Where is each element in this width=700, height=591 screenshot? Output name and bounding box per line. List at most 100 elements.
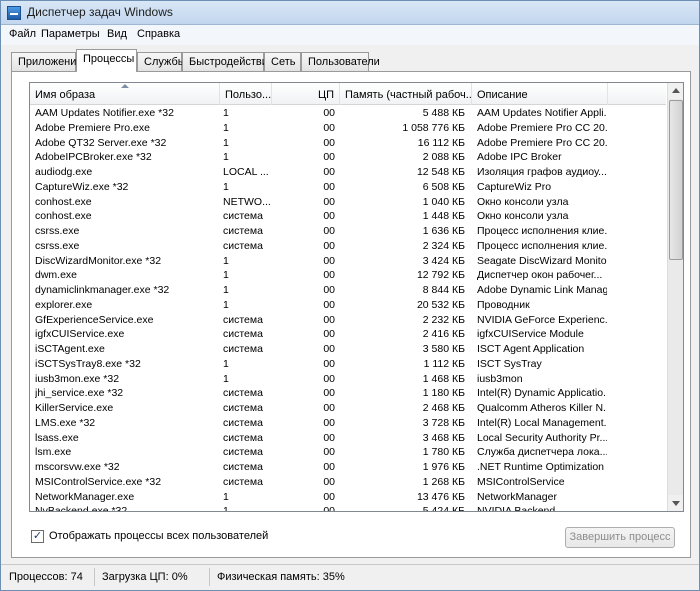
tab-processes[interactable]: Процессы: [76, 49, 137, 72]
column-header-cpu[interactable]: ЦП: [272, 83, 340, 105]
process-row[interactable]: csrss.exe система 00 1 636 КБ Процесс исполн…: [30, 224, 666, 239]
tab-performance[interactable]: Быстродействие: [182, 52, 274, 71]
process-cpu-cell: 00: [323, 239, 335, 252]
process-row[interactable]: GfExperienceService.exe система 00 2 232 КБ…: [30, 313, 666, 328]
task-manager-window: Диспетчер задач Windows Файл Параметры В…: [0, 0, 700, 591]
tab-users[interactable]: Пользователи: [301, 52, 380, 71]
process-memory-cell: 2 324 КБ: [422, 239, 465, 252]
process-row[interactable]: Adobe Premiere Pro.exe 1 00 1 058 776 КБ Ado…: [30, 121, 666, 136]
process-memory-cell: 1 112 КБ: [423, 357, 465, 370]
process-description-cell: Adobe Premiere Pro CC 20...: [477, 121, 607, 134]
process-row[interactable]: iSCTSysTray8.exe *32 1 00 1 112 КБ ISCT SysT…: [30, 357, 666, 372]
process-description-cell: Intel(R) Dynamic Applicatio...: [477, 387, 607, 400]
menu-bar: Файл Параметры Вид Справка: [1, 25, 699, 45]
process-row[interactable]: MSIControlService.exe *32 система 00 1 268 …: [30, 475, 666, 490]
process-row[interactable]: lsm.exe система 00 1 780 КБ Служба диспетчер…: [30, 445, 666, 460]
process-row[interactable]: dynamiclinkmanager.exe *32 1 00 8 844 КБ Ado…: [30, 283, 666, 298]
process-description-cell: AAM Updates Notifier Appli...: [477, 107, 607, 119]
process-cpu-cell: 00: [323, 313, 335, 326]
process-row[interactable]: LMS.exe *32 система 00 3 728 КБ Intel(R) Loc…: [30, 416, 666, 431]
process-memory-cell: 3 728 КБ: [422, 416, 465, 429]
end-process-button[interactable]: Завершить процесс: [565, 527, 675, 548]
status-physical-memory: Физическая память: 35%: [217, 571, 345, 583]
process-user-cell: 1: [223, 284, 229, 296]
process-user-cell: LOCAL ...: [223, 166, 269, 178]
process-row[interactable]: AdobeIPCBroker.exe *32 1 00 2 088 КБ Adobe I…: [30, 150, 666, 165]
process-cpu-cell: 00: [323, 505, 335, 512]
process-row[interactable]: lsass.exe система 00 3 468 КБ Local Security…: [30, 431, 666, 446]
process-user-cell: система: [223, 343, 263, 355]
process-row[interactable]: iusb3mon.exe *32 1 00 1 468 КБ iusb3mon: [30, 372, 666, 387]
process-user-cell: 1: [223, 180, 229, 193]
process-row[interactable]: explorer.exe 1 00 20 532 КБ Проводник: [30, 298, 666, 313]
column-header-user[interactable]: Пользо...: [220, 83, 272, 105]
process-row[interactable]: AAM Updates Notifier.exe *32 1 00 5 488 КБ A…: [30, 106, 666, 121]
process-cpu-cell: 00: [323, 195, 335, 208]
tab-applications[interactable]: Приложения: [11, 52, 82, 71]
column-header-description[interactable]: Описание: [472, 83, 608, 105]
column-header-image-name[interactable]: Имя образа: [30, 83, 220, 105]
show-all-processes-label[interactable]: Отображать процессы всех пользователей: [49, 530, 268, 542]
process-row[interactable]: dwm.exe 1 00 12 792 КБ Диспетчер окон рабоче…: [30, 268, 666, 283]
process-cpu-cell: 00: [323, 254, 335, 267]
column-header-memory[interactable]: Память (частный рабоч...: [340, 83, 472, 105]
process-user-cell: система: [223, 313, 263, 326]
process-cpu-cell: 00: [323, 431, 335, 444]
process-memory-cell: 3 424 КБ: [422, 254, 465, 267]
scroll-up-arrow-icon[interactable]: [668, 83, 683, 99]
process-list[interactable]: Имя образа Пользо... ЦП Память (частный …: [29, 82, 684, 512]
process-user-cell: 1: [223, 490, 229, 503]
process-row[interactable]: conhost.exe NETWO... 00 1 040 КБ Окно консол…: [30, 195, 666, 210]
vertical-scrollbar[interactable]: [667, 83, 683, 511]
process-row[interactable]: igfxCUIService.exe система 00 2 416 КБ igfxC…: [30, 327, 666, 342]
process-name-cell: lsm.exe: [35, 446, 72, 459]
process-description-cell: iusb3mon: [477, 372, 523, 385]
process-memory-cell: 1 468 КБ: [422, 372, 465, 385]
process-row[interactable]: csrss.exe система 00 2 324 КБ Процесс исполн…: [30, 239, 666, 254]
scroll-down-arrow-icon[interactable]: [668, 495, 683, 511]
process-memory-cell: 3 468 КБ: [422, 431, 465, 444]
process-memory-cell: 1 058 776 КБ: [402, 121, 465, 134]
process-name-cell: DiscWizardMonitor.exe *32: [35, 254, 162, 267]
menu-file[interactable]: Файл: [9, 28, 36, 40]
process-row[interactable]: audiodg.exe LOCAL ... 00 12 548 КБ Изоляция …: [30, 165, 666, 180]
process-row[interactable]: iSCTAgent.exe система 00 3 580 КБ ISCT Agent…: [30, 342, 666, 357]
process-user-cell: система: [223, 446, 263, 459]
process-row[interactable]: CaptureWiz.exe *32 1 00 6 508 КБ CaptureWiz …: [30, 180, 666, 195]
process-user-cell: 1: [223, 107, 229, 119]
process-name-cell: csrss.exe: [35, 225, 80, 237]
process-memory-cell: 2 232 КБ: [422, 313, 465, 326]
process-name-cell: NetworkManager.exe: [35, 490, 135, 503]
process-name-cell: mscorsvw.exe *32: [35, 461, 120, 473]
process-row[interactable]: jhi_service.exe *32 система 00 1 180 КБ Inte…: [30, 386, 666, 401]
menu-view[interactable]: Вид: [107, 28, 127, 40]
process-cpu-cell: 00: [323, 121, 335, 134]
process-memory-cell: 5 488 КБ: [422, 107, 465, 119]
process-user-cell: NETWO...: [223, 195, 271, 208]
process-row[interactable]: mscorsvw.exe *32 система 00 1 976 КБ .NET Ru…: [30, 460, 666, 475]
menu-options[interactable]: Параметры: [41, 28, 100, 40]
process-row[interactable]: conhost.exe система 00 1 448 КБ Окно консоли…: [30, 209, 666, 224]
process-name-cell: NvBackend.exe *32: [35, 505, 128, 512]
scrollbar-thumb[interactable]: [669, 100, 683, 260]
process-description-cell: Local Security Authority Pr...: [477, 431, 607, 444]
process-row[interactable]: NvBackend.exe *32 1 00 5 424 КБ NVIDIA Backe…: [30, 504, 666, 512]
process-row[interactable]: Adobe QT32 Server.exe *32 1 00 16 112 КБ Ado…: [30, 136, 666, 151]
process-description-cell: Adobe Premiere Pro CC 20...: [477, 136, 607, 149]
process-memory-cell: 1 976 КБ: [422, 461, 465, 473]
process-name-cell: Adobe Premiere Pro.exe: [35, 121, 150, 134]
processes-tab-page: Имя образа Пользо... ЦП Память (частный …: [11, 71, 691, 558]
process-cpu-cell: 00: [323, 402, 335, 414]
process-row[interactable]: DiscWizardMonitor.exe *32 1 00 3 424 КБ Seag…: [30, 254, 666, 269]
status-bar: Процессов: 74 Загрузка ЦП: 0% Физическая…: [1, 564, 699, 590]
process-row[interactable]: KillerService.exe система 00 2 468 КБ Qualco…: [30, 401, 666, 416]
tab-network[interactable]: Сеть: [264, 52, 301, 71]
process-cpu-cell: 00: [323, 269, 335, 282]
menu-help[interactable]: Справка: [137, 28, 180, 40]
process-description-cell: Окно консоли узла: [477, 210, 569, 223]
tab-services[interactable]: Службы: [137, 52, 186, 71]
process-name-cell: KillerService.exe: [35, 402, 114, 414]
process-name-cell: iSCTAgent.exe: [35, 343, 105, 355]
process-row[interactable]: NetworkManager.exe 1 00 13 476 КБ NetworkMan…: [30, 490, 666, 505]
show-all-processes-checkbox[interactable]: ✓: [31, 530, 44, 543]
